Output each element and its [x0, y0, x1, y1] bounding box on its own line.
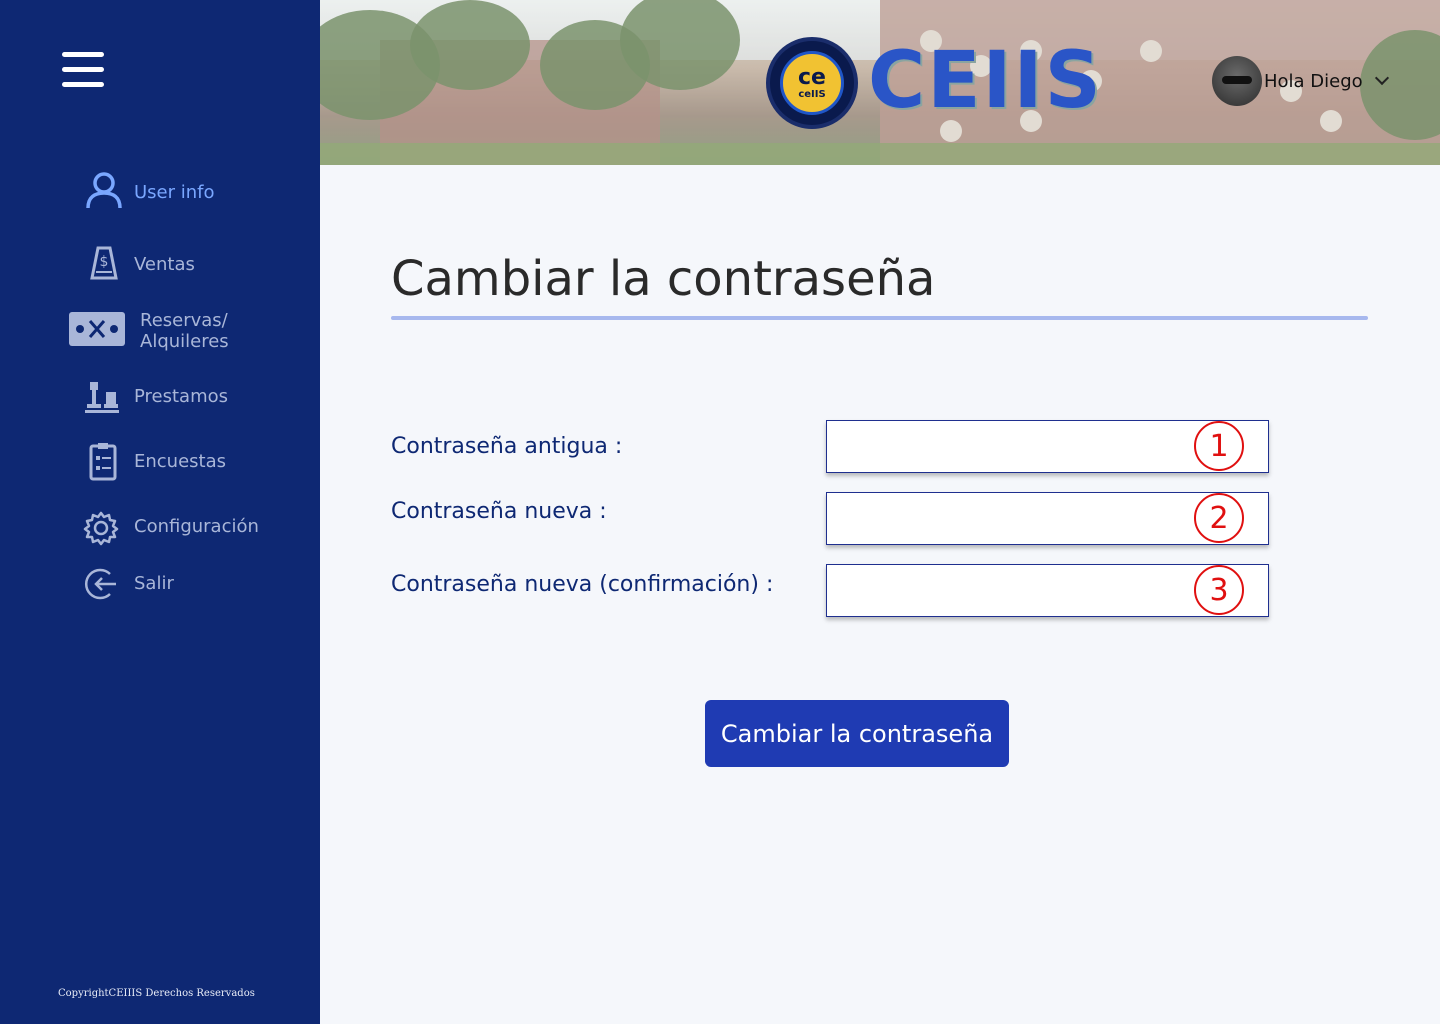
sidebar-item-encuestas[interactable]: Encuestas	[0, 440, 320, 482]
sidebar-item-configuracion[interactable]: Configuración	[0, 508, 320, 548]
svg-text:$: $	[100, 254, 109, 270]
step-marker-2: 2	[1194, 493, 1244, 543]
new-password-label: Contraseña nueva :	[391, 499, 607, 524]
header-banner: ce ceIIS CEIIS Hola Diego	[320, 0, 1440, 165]
sidebar-item-reservas[interactable]: Reservas/ Alquileres	[0, 308, 320, 354]
sidebar-item-label: Ventas	[134, 254, 195, 275]
logout-icon	[82, 564, 122, 604]
step-marker-3: 3	[1194, 565, 1244, 615]
avatar	[1212, 56, 1262, 106]
sidebar-item-label: Encuestas	[134, 451, 227, 472]
title-divider	[391, 316, 1368, 320]
sidebar-item-label: Configuración	[134, 516, 259, 537]
menu-icon[interactable]	[62, 52, 106, 90]
sidebar-item-ventas[interactable]: $ Ventas	[0, 242, 320, 282]
confirm-password-label: Contraseña nueva (confirmación) :	[391, 572, 774, 597]
sidebar-item-user-info[interactable]: User info	[0, 170, 320, 210]
logo-text-top: ce	[798, 64, 826, 90]
clipboard-icon	[83, 441, 123, 481]
sales-icon: $	[84, 242, 124, 282]
brand-title: CEIIS	[868, 36, 1103, 126]
logo-text-bottom: ceIIS	[798, 88, 826, 100]
user-menu[interactable]: Hola Diego	[1212, 56, 1389, 106]
old-password-label: Contraseña antigua :	[391, 434, 623, 459]
sidebar-item-prestamos[interactable]: Prestamos	[0, 376, 320, 416]
chevron-down-icon[interactable]	[1374, 70, 1389, 86]
page-title: Cambiar la contraseña	[391, 251, 936, 307]
sidebar-item-label: Prestamos	[134, 386, 229, 407]
sidebar-item-salir[interactable]: Salir	[0, 564, 320, 604]
change-password-button[interactable]: Cambiar la contraseña	[705, 700, 1009, 767]
copyright-text: CopyrightCEIIIS Derechos Reservados	[58, 988, 255, 999]
sidebar: User info $ Ventas Reservas/ Alquileres …	[0, 0, 320, 1024]
sidebar-item-label: Salir	[134, 573, 174, 594]
user-icon	[84, 170, 124, 210]
gear-icon	[81, 508, 121, 548]
greeting-text: Hola Diego	[1264, 70, 1363, 92]
ceiis-logo-icon: ce ceIIS	[766, 37, 858, 129]
chess-icon	[82, 376, 122, 416]
sidebar-item-label: Reservas/ Alquileres	[140, 310, 229, 352]
sidebar-item-label: User info	[134, 182, 215, 203]
ticket-icon	[68, 310, 126, 348]
step-marker-1: 1	[1194, 421, 1244, 471]
